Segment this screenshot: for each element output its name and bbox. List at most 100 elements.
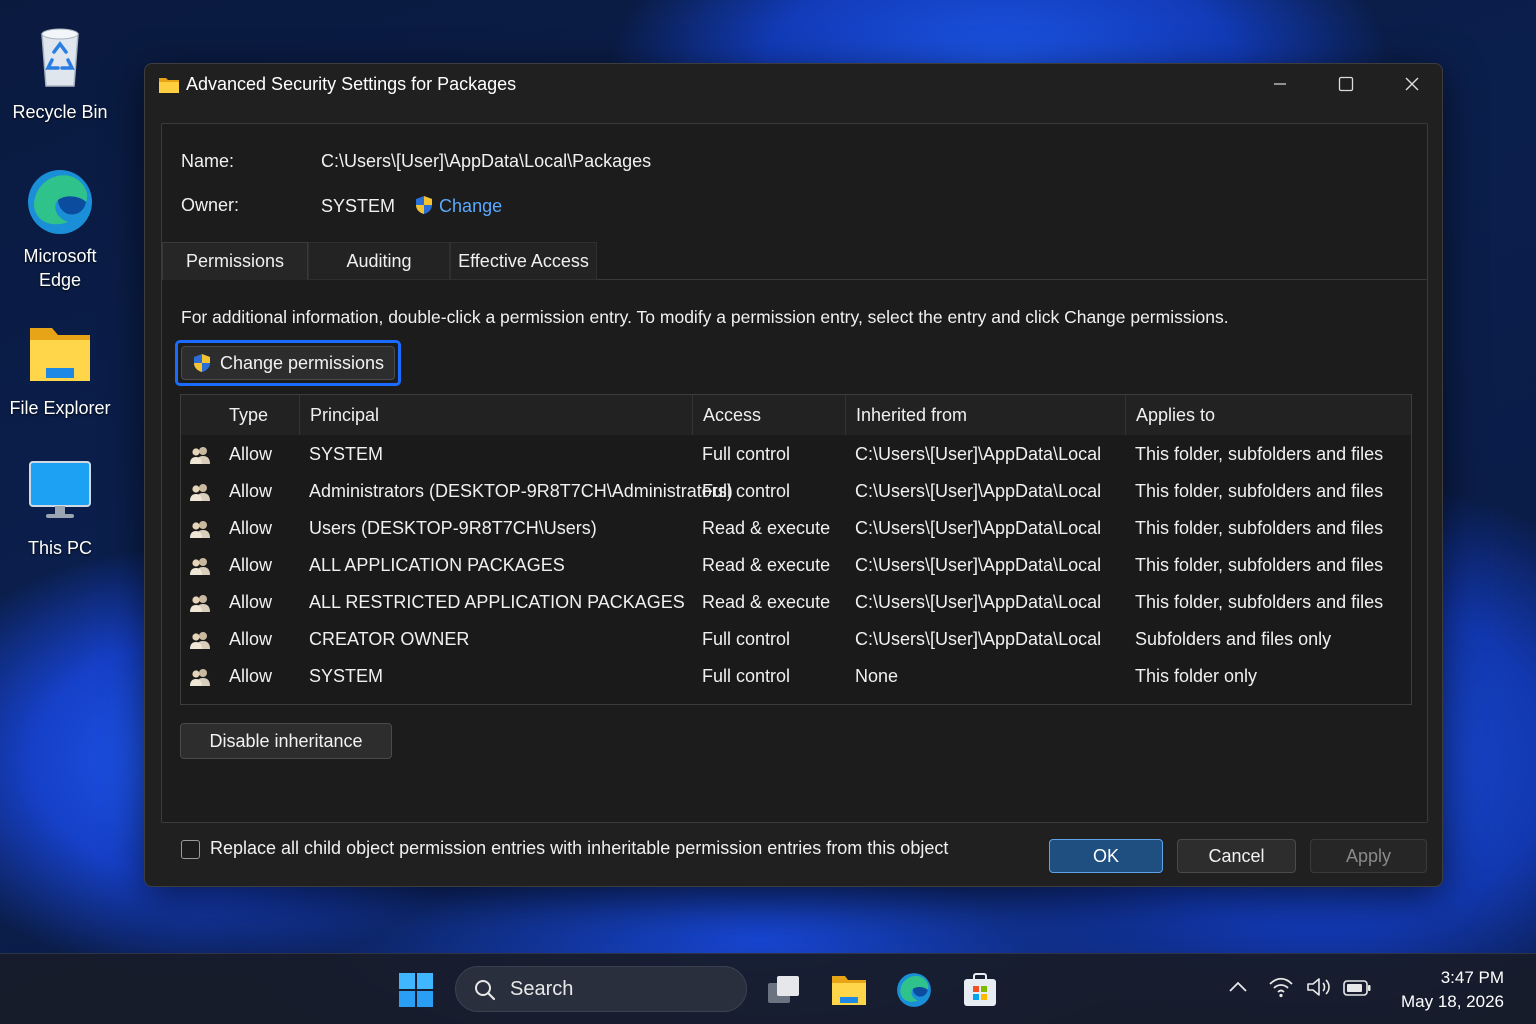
name-label: Name:: [181, 151, 235, 171]
cancel-button[interactable]: Cancel: [1177, 839, 1296, 873]
change-owner-label: Change: [439, 196, 503, 216]
show-hidden-icons-button[interactable]: [1228, 980, 1248, 999]
tab-strip: Permissions Auditing Effective Access: [162, 242, 1427, 280]
maximize-button[interactable]: [1313, 64, 1379, 104]
cell-applies-to: This folder, subfolders and files: [1135, 444, 1384, 464]
owner-change-link[interactable]: Change: [414, 196, 502, 216]
desktop-icon-label: File Explorer: [9, 398, 111, 418]
table-row[interactable]: Allow ALL RESTRICTED APPLICATION PACKAGES…: [181, 584, 1411, 621]
tab-effective-access[interactable]: Effective Access: [450, 242, 597, 280]
maximize-icon: [1338, 76, 1354, 92]
cell-inherited-from: C:\Users\[User]\AppData\Local: [855, 555, 1102, 575]
cell-access: Read & execute: [702, 555, 831, 575]
window-title: Advanced Security Settings for Packages: [186, 74, 517, 94]
cancel-label: Cancel: [1208, 845, 1265, 866]
cell-access: Full control: [702, 444, 791, 464]
cell-applies-to: This folder only: [1135, 666, 1258, 686]
cell-principal: SYSTEM: [309, 666, 384, 686]
clock-date: May 18, 2026: [1400, 992, 1504, 1011]
replace-child-permissions-label[interactable]: Replace all child object permission entr…: [210, 838, 948, 859]
chevron-up-icon: [1229, 981, 1247, 992]
close-icon: [1405, 77, 1419, 91]
speaker-icon: [1307, 978, 1330, 996]
users-icon: [189, 445, 211, 465]
advanced-security-dialog: Advanced Security Settings for Packages …: [144, 63, 1443, 887]
desktop-icon-recycle-bin[interactable]: Recycle Bin: [0, 22, 120, 124]
start-button[interactable]: [396, 970, 436, 1010]
cell-access: Full control: [702, 629, 791, 649]
taskbar-search[interactable]: Search: [455, 966, 747, 1012]
cell-applies-to: Subfolders and files only: [1135, 629, 1332, 649]
cell-type: Allow: [229, 592, 273, 612]
battery-icon: [1343, 980, 1371, 996]
table-row[interactable]: Allow SYSTEM Full control None This folder o…: [181, 658, 1411, 695]
name-value: C:\Users\[User]\AppData\Local\Packages: [321, 151, 652, 171]
tab-label: Auditing: [346, 251, 412, 271]
folder-icon: [832, 976, 866, 1005]
ok-label: OK: [1092, 845, 1119, 866]
volume-button[interactable]: [1306, 976, 1332, 1003]
task-view-button[interactable]: [764, 970, 804, 1010]
change-permissions-button[interactable]: Change permissions: [181, 346, 395, 380]
cell-type: Allow: [229, 481, 273, 501]
table-row[interactable]: Allow Administrators (DESKTOP-9R8T7CH\Adm…: [181, 473, 1411, 510]
edge-icon: [897, 973, 931, 1007]
apply-button[interactable]: Apply: [1310, 839, 1427, 873]
cell-principal: ALL RESTRICTED APPLICATION PACKAGES: [309, 592, 685, 612]
battery-button[interactable]: [1343, 979, 1371, 1002]
users-icon: [189, 630, 211, 650]
tab-label: Effective Access: [458, 251, 589, 271]
column-header-principal[interactable]: Principal: [299, 395, 692, 435]
column-header-access[interactable]: Access: [692, 395, 845, 435]
clock[interactable]: 3:47 PM May 18, 2026: [1384, 966, 1504, 1014]
cell-inherited-from: C:\Users\[User]\AppData\Local: [855, 481, 1102, 501]
task-view-icon: [768, 976, 799, 1003]
cell-inherited-from: C:\Users\[User]\AppData\Local: [855, 518, 1102, 538]
table-row[interactable]: Allow ALL APPLICATION PACKAGES Read & exec…: [181, 547, 1411, 584]
close-button[interactable]: [1379, 64, 1445, 104]
taskbar-store[interactable]: [960, 970, 1000, 1010]
column-header-applies-to[interactable]: Applies to: [1125, 395, 1411, 435]
taskbar-file-explorer[interactable]: [829, 970, 869, 1010]
taskbar-edge[interactable]: [894, 970, 934, 1010]
cell-type: Allow: [229, 666, 273, 686]
cell-type: Allow: [229, 518, 273, 538]
desktop-icon-file-explorer[interactable]: File Explorer: [0, 318, 120, 420]
ok-button[interactable]: OK: [1049, 839, 1163, 873]
tab-auditing[interactable]: Auditing: [308, 242, 450, 280]
cell-type: Allow: [229, 555, 273, 575]
cell-principal: ALL APPLICATION PACKAGES: [309, 555, 565, 575]
desktop-icon-this-pc[interactable]: This PC: [0, 458, 120, 560]
search-icon: [475, 980, 496, 1001]
cell-applies-to: This folder, subfolders and files: [1135, 518, 1384, 538]
cell-applies-to: This folder, subfolders and files: [1135, 555, 1384, 575]
table-row[interactable]: Allow SYSTEM Full control C:\Users\[User]\A…: [181, 436, 1411, 473]
desktop-icon-edge[interactable]: Microsoft Edge: [0, 166, 120, 292]
column-header-type[interactable]: Type: [219, 395, 299, 435]
cell-inherited-from: C:\Users\[User]\AppData\Local: [855, 444, 1102, 464]
edge-icon: [24, 166, 96, 238]
wifi-button[interactable]: [1268, 976, 1294, 1003]
desktop-icon-label: Recycle Bin: [12, 102, 108, 122]
cell-access: Read & execute: [702, 592, 831, 612]
replace-child-permissions-checkbox[interactable]: [181, 840, 200, 859]
disable-inheritance-button[interactable]: Disable inheritance: [180, 723, 392, 759]
cell-inherited-from: C:\Users\[User]\AppData\Local: [855, 592, 1102, 612]
users-icon: [189, 667, 211, 687]
wifi-icon: [1269, 977, 1293, 998]
column-header-inherited-from[interactable]: Inherited from: [845, 395, 1125, 435]
recycle-bin-icon: [24, 22, 96, 94]
folder-icon: [159, 77, 179, 93]
uac-shield-icon: [193, 354, 210, 372]
permission-entries-table: Type Principal Access Inherited from App…: [180, 394, 1412, 705]
table-row[interactable]: Allow CREATOR OWNER Full control C:\Users\[…: [181, 621, 1411, 658]
cell-type: Allow: [229, 444, 273, 464]
minimize-icon: [1274, 83, 1286, 85]
cell-principal: SYSTEM: [309, 444, 384, 464]
cell-applies-to: This folder, subfolders and files: [1135, 481, 1384, 501]
minimize-button[interactable]: [1247, 64, 1313, 104]
title-bar[interactable]: Advanced Security Settings for Packages: [145, 64, 1442, 108]
table-row[interactable]: Allow Users (DESKTOP-9R8T7CH\Users) Read &…: [181, 510, 1411, 547]
tab-permissions[interactable]: Permissions: [162, 242, 308, 280]
disable-inheritance-label: Disable inheritance: [209, 730, 363, 751]
